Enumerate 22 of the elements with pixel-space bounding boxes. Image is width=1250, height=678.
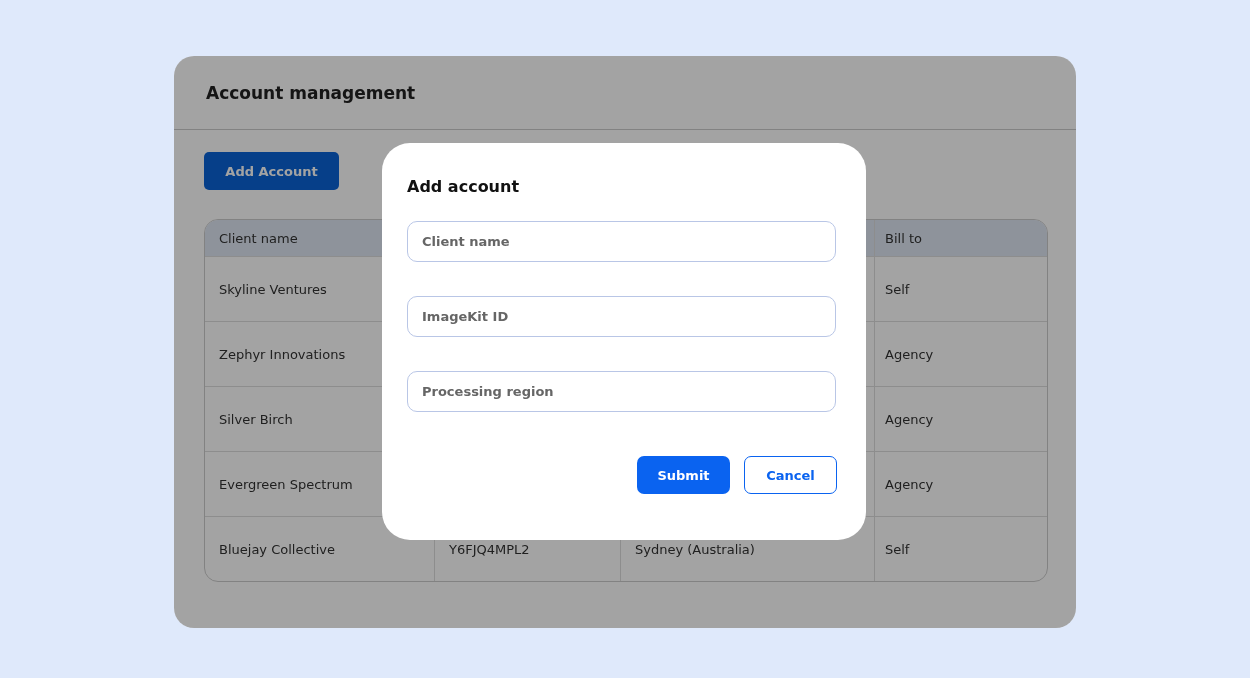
dialog-title: Add account [407,177,521,196]
table-cell: Evergreen Spectrum [219,476,353,492]
table-cell: Agency [885,346,934,362]
table-cell: Self [885,541,910,557]
input-field[interactable]: Processing region [407,371,836,412]
table-cell: Skyline Ventures [219,281,327,297]
table-cell: Silver Birch [219,411,293,427]
add-account-button[interactable]: Add Account [204,152,339,190]
input-field[interactable]: ImageKit ID [407,296,836,337]
table-cell: Self [885,281,910,297]
table-cell: Sydney (Australia) [635,541,755,557]
table-cell: Agency [885,476,934,492]
submit-button[interactable]: Submit [637,456,730,494]
table-cell: Zephyr Innovations [219,346,346,362]
table-cell: Bluejay Collective [219,541,335,557]
column-header: Client name [219,230,298,246]
table-cell: Y6FJQ4MPL2 [449,541,530,557]
table-cell: Agency [885,411,934,427]
page-title: Account management [206,82,416,103]
cancel-button[interactable]: Cancel [744,456,837,494]
column-header: Bill to [885,230,922,246]
input-field[interactable]: Client name [407,221,836,262]
